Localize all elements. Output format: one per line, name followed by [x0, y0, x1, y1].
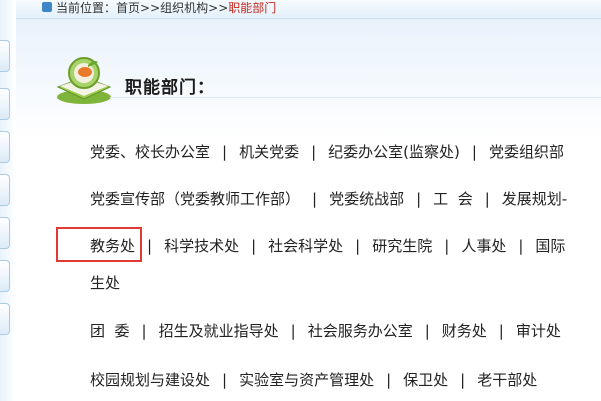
breadcrumb-home-link[interactable]: 首页 [116, 1, 140, 15]
separator: | [311, 143, 317, 161]
dept-link[interactable]: 团 委 [90, 322, 130, 340]
separator: | [290, 322, 296, 340]
separator: | [147, 237, 153, 255]
separator: | [484, 190, 490, 208]
breadcrumb-current: 职能部门 [228, 1, 277, 15]
section-title: 职能部门： [125, 78, 215, 98]
dept-link[interactable]: 人事处 [461, 237, 506, 255]
dept-link[interactable]: 科学技术处 [164, 237, 239, 255]
breadcrumb-sep: >> [140, 1, 161, 15]
dept-link[interactable]: 生处 [90, 274, 120, 292]
dept-link[interactable]: 党委组织部 [489, 143, 564, 161]
dept-row: 党委宣传部（党委教师工作部） | 党委统战部 | 工 会 | 发展规划- [90, 189, 567, 209]
breadcrumb-prefix: 当前位置： [56, 1, 117, 15]
dept-link[interactable]: 招生及就业指导处 [159, 322, 279, 340]
separator: | [386, 371, 392, 389]
separator: | [416, 190, 422, 208]
highlight-box [56, 227, 142, 262]
left-sidebar [0, 0, 16, 401]
dept-link[interactable]: 校园规划与建设处 [90, 371, 210, 389]
separator: | [444, 237, 450, 255]
dept-link[interactable]: 老干部处 [477, 371, 537, 389]
separator: | [424, 322, 430, 340]
dept-row: 校园规划与建设处 | 实验室与资产管理处 | 保卫处 | 老干部处 [90, 370, 537, 390]
dept-row-wrap: 生处 [90, 273, 120, 293]
sidebar-tab[interactable] [0, 217, 10, 249]
dept-link[interactable]: 研究生院 [372, 237, 432, 255]
sidebar-tab[interactable] [0, 303, 10, 335]
dept-row: 团 委 | 招生及就业指导处 | 社会服务办公室 | 财务处 | 审计处 [90, 321, 561, 341]
dept-link[interactable]: 党委统战部 [329, 190, 404, 208]
sidebar-tab[interactable] [0, 260, 10, 292]
dept-link[interactable]: 机关党委 [239, 143, 299, 161]
dept-row: 教务处 | 科学技术处 | 社会科学处 | 研究生院 | 人事处 | 国际 [90, 236, 565, 256]
separator: | [141, 322, 147, 340]
book-apple-icon [56, 57, 112, 104]
dept-link[interactable]: 国际 [535, 237, 565, 255]
sidebar-tab[interactable] [0, 174, 10, 206]
separator: | [460, 371, 466, 389]
dept-link[interactable]: 社会科学处 [268, 237, 343, 255]
separator: | [222, 143, 228, 161]
separator: | [355, 237, 361, 255]
breadcrumb-parent-link[interactable]: 组织机构 [160, 1, 208, 15]
dept-link[interactable]: 实验室与资产管理处 [239, 371, 374, 389]
breadcrumb-sep: >> [208, 1, 229, 15]
dept-link[interactable]: 党委宣传部（党委教师工作部） [90, 190, 300, 208]
separator: | [471, 143, 477, 161]
dept-link[interactable]: 纪委办公室(监察处) [328, 143, 460, 161]
separator: | [498, 322, 504, 340]
dept-link[interactable]: 社会服务办公室 [308, 322, 413, 340]
dept-row: 党委、校长办公室 | 机关党委 | 纪委办公室(监察处) | 党委组织部 [90, 142, 564, 162]
separator: | [222, 371, 228, 389]
separator: | [312, 190, 318, 208]
dept-link[interactable]: 党委、校长办公室 [90, 143, 210, 161]
dept-link[interactable]: 财务处 [442, 322, 487, 340]
dept-link[interactable]: 审计处 [516, 322, 561, 340]
divider [110, 97, 601, 98]
dept-link[interactable]: 发展规划- [502, 190, 567, 208]
sidebar-tab[interactable] [0, 88, 10, 120]
location-pin-icon [42, 2, 52, 12]
separator: | [518, 237, 524, 255]
separator: | [251, 237, 257, 255]
dept-link[interactable]: 工 会 [433, 190, 473, 208]
breadcrumb: 当前位置：首页>>组织机构>>职能部门 [16, 0, 601, 19]
sidebar-tab[interactable] [0, 131, 10, 163]
sidebar-tab[interactable] [0, 40, 10, 72]
dept-link[interactable]: 保卫处 [403, 371, 448, 389]
